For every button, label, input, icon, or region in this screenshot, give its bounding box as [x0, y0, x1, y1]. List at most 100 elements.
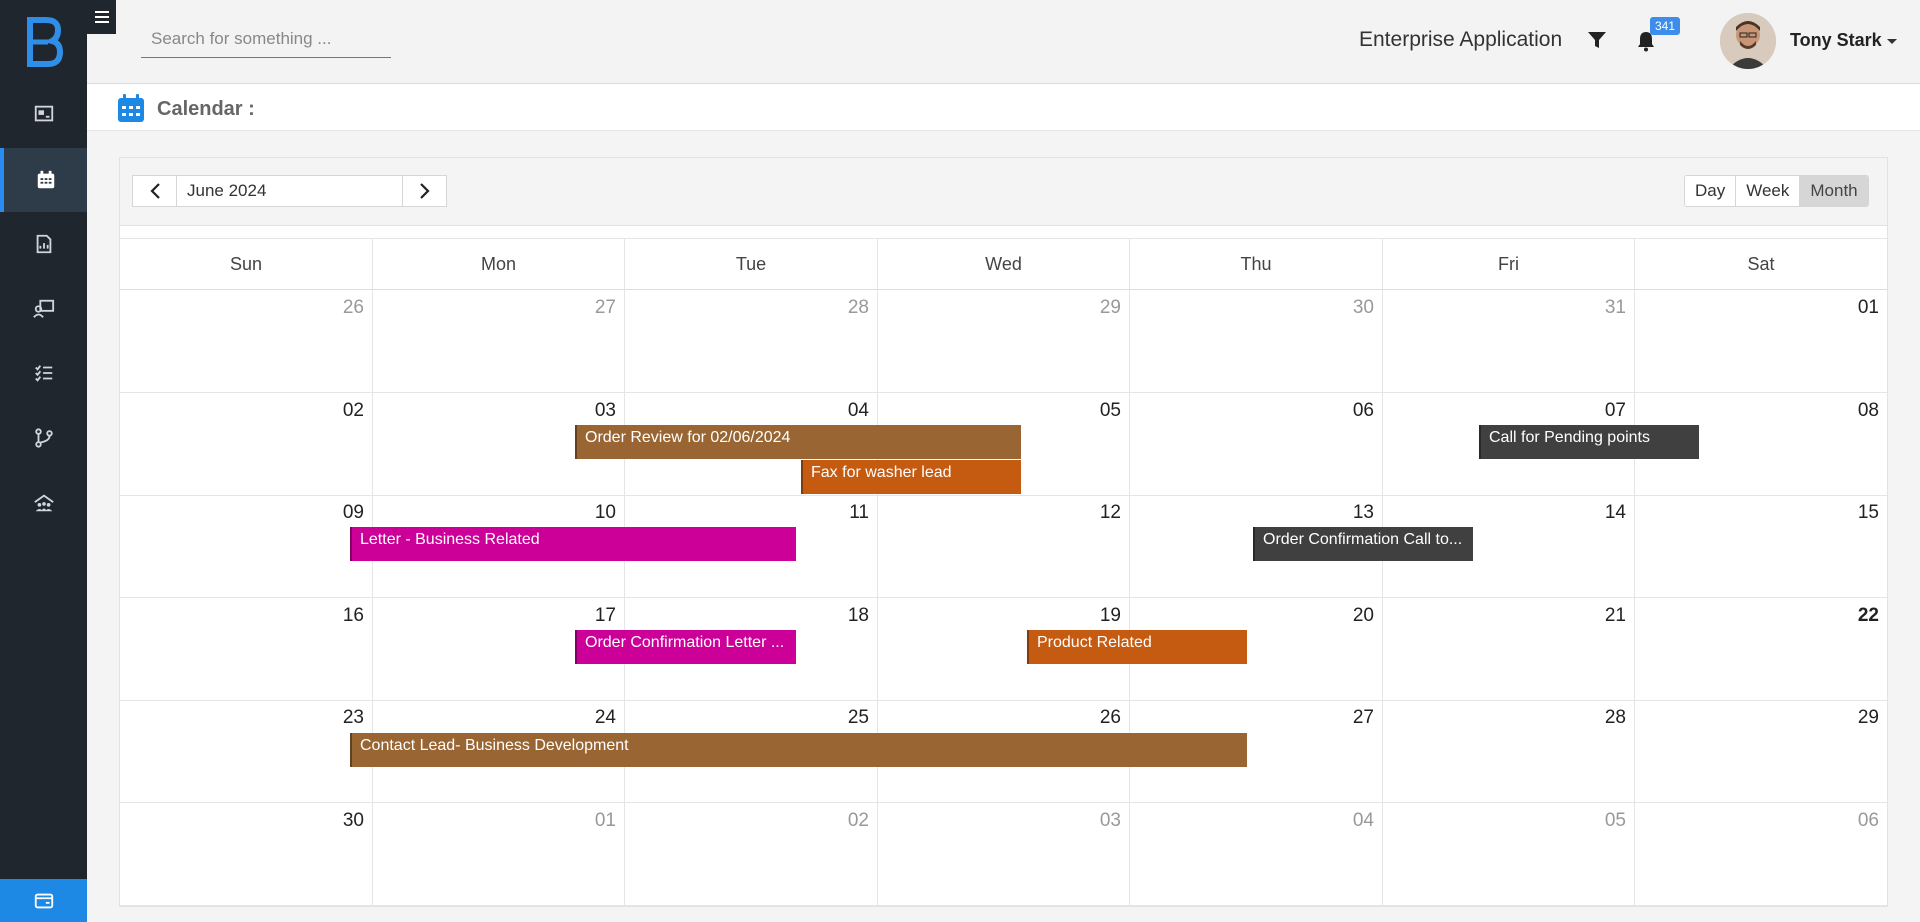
calendar-event[interactable]: Letter - Business Related [350, 527, 796, 561]
view-month-button[interactable]: Month [1800, 176, 1868, 206]
calendar-event[interactable]: Fax for washer lead [801, 460, 1021, 494]
day-cell[interactable]: 23 [120, 700, 373, 803]
chevron-down-icon[interactable] [1887, 39, 1897, 44]
team-icon [33, 494, 54, 512]
day-cell[interactable]: 31 [1383, 290, 1635, 393]
day-number[interactable]: 05 [1605, 810, 1626, 832]
sidebar-item-dashboard[interactable] [0, 82, 87, 146]
user-name[interactable]: Tony Stark [1790, 30, 1882, 51]
day-cell[interactable]: 29 [878, 290, 1130, 393]
day-number[interactable]: 02 [343, 400, 364, 422]
sidebar-item-tasks[interactable] [0, 341, 87, 405]
day-number[interactable]: 06 [1858, 810, 1879, 832]
sidebar-item-workflow[interactable] [0, 406, 87, 470]
day-cell[interactable]: 28 [625, 290, 878, 393]
day-number[interactable]: 21 [1605, 605, 1626, 627]
day-number[interactable]: 19 [1100, 605, 1121, 627]
calendar-event[interactable]: Call for Pending points [1479, 425, 1699, 459]
day-cell[interactable]: 01 [1635, 290, 1887, 393]
weekday-fri: Fri [1383, 239, 1635, 290]
day-number[interactable]: 08 [1858, 400, 1879, 422]
day-number[interactable]: 27 [1353, 707, 1374, 729]
day-number[interactable]: 26 [343, 297, 364, 319]
branch-icon [34, 428, 53, 448]
day-number[interactable]: 02 [848, 810, 869, 832]
day-cell[interactable]: 16 [120, 598, 373, 701]
day-number[interactable]: 20 [1353, 605, 1374, 627]
day-number[interactable]: 11 [849, 502, 869, 524]
day-number[interactable]: 03 [1100, 810, 1121, 832]
day-cell[interactable]: 06 [1635, 803, 1887, 906]
day-number[interactable]: 06 [1353, 400, 1374, 422]
day-number[interactable]: 17 [595, 605, 616, 627]
day-number[interactable]: 26 [1100, 707, 1121, 729]
day-number[interactable]: 13 [1353, 502, 1374, 524]
day-number[interactable]: 09 [343, 502, 364, 524]
sidebar-item-reports[interactable] [0, 212, 87, 276]
prev-month-button[interactable] [132, 175, 177, 207]
day-number[interactable]: 18 [848, 605, 869, 627]
calendar-event[interactable]: Order Review for 02/06/2024 [575, 425, 1021, 459]
month-display-input[interactable] [177, 175, 402, 207]
day-number[interactable]: 30 [1353, 297, 1374, 319]
day-cell[interactable]: 09 [120, 495, 373, 598]
day-number[interactable]: 01 [595, 810, 616, 832]
day-cell[interactable]: 12 [878, 495, 1130, 598]
sidebar-bottom-button[interactable] [0, 879, 87, 922]
day-cell[interactable]: 01 [373, 803, 625, 906]
day-number[interactable]: 22 [1858, 605, 1879, 627]
day-number[interactable]: 29 [1100, 297, 1121, 319]
brand-logo[interactable] [22, 14, 66, 70]
day-cell[interactable]: 05 [1383, 803, 1635, 906]
calendar-event[interactable]: Order Confirmation Call to... [1253, 527, 1473, 561]
day-cell[interactable]: 22 [1635, 598, 1887, 701]
day-number[interactable]: 05 [1100, 400, 1121, 422]
day-number[interactable]: 10 [595, 502, 616, 524]
day-number[interactable]: 28 [848, 297, 869, 319]
day-number[interactable]: 27 [595, 297, 616, 319]
day-cell[interactable]: 21 [1383, 598, 1635, 701]
day-number[interactable]: 03 [595, 400, 616, 422]
day-number[interactable]: 04 [848, 400, 869, 422]
day-cell[interactable]: 03 [878, 803, 1130, 906]
calendar-event[interactable]: Product Related [1027, 630, 1247, 664]
day-number[interactable]: 07 [1605, 400, 1626, 422]
day-number[interactable]: 15 [1858, 502, 1879, 524]
sidebar-item-team[interactable] [0, 471, 87, 535]
day-number[interactable]: 28 [1605, 707, 1626, 729]
avatar[interactable] [1720, 13, 1776, 69]
day-number[interactable]: 25 [848, 707, 869, 729]
day-number[interactable]: 31 [1605, 297, 1626, 319]
day-number[interactable]: 30 [343, 810, 364, 832]
calendar-event[interactable]: Contact Lead- Business Development [350, 733, 1247, 767]
day-cell[interactable]: 30 [1130, 290, 1383, 393]
day-cell[interactable]: 06 [1130, 393, 1383, 496]
day-number[interactable]: 04 [1353, 810, 1374, 832]
day-number[interactable]: 12 [1100, 502, 1121, 524]
day-number[interactable]: 14 [1605, 502, 1626, 524]
day-cell[interactable]: 15 [1635, 495, 1887, 598]
day-cell[interactable]: 02 [120, 393, 373, 496]
day-number[interactable]: 29 [1858, 707, 1879, 729]
sidebar-item-presentation[interactable] [0, 277, 87, 341]
day-number[interactable]: 23 [343, 707, 364, 729]
sidebar [0, 0, 87, 922]
view-week-button[interactable]: Week [1736, 176, 1801, 206]
day-cell[interactable]: 30 [120, 803, 373, 906]
search-input[interactable] [141, 20, 391, 58]
day-cell[interactable]: 02 [625, 803, 878, 906]
day-cell[interactable]: 27 [373, 290, 625, 393]
menu-toggle-button[interactable] [87, 0, 116, 34]
next-month-button[interactable] [402, 175, 447, 207]
calendar-event[interactable]: Order Confirmation Letter ... [575, 630, 796, 664]
day-cell[interactable]: 28 [1383, 700, 1635, 803]
day-number[interactable]: 16 [343, 605, 364, 627]
day-number[interactable]: 01 [1858, 297, 1879, 319]
filter-icon[interactable] [1587, 30, 1607, 50]
sidebar-item-calendar[interactable] [0, 148, 87, 212]
view-day-button[interactable]: Day [1685, 176, 1737, 206]
day-cell[interactable]: 29 [1635, 700, 1887, 803]
day-number[interactable]: 24 [595, 707, 616, 729]
day-cell[interactable]: 04 [1130, 803, 1383, 906]
day-cell[interactable]: 26 [120, 290, 373, 393]
